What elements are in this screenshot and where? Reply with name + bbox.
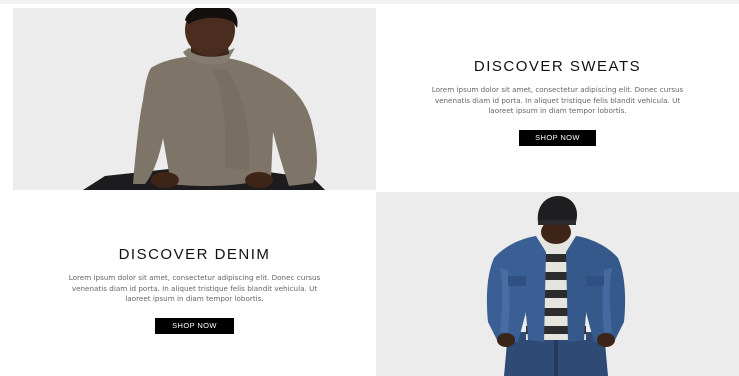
denim-promo-content: DISCOVER DENIM Lorem ipsum dolor sit ame… xyxy=(13,246,376,334)
sweats-promo-panel: DISCOVER SWEATS Lorem ipsum dolor sit am… xyxy=(376,8,739,190)
sweats-promo-content: DISCOVER SWEATS Lorem ipsum dolor sit am… xyxy=(376,58,739,146)
sweats-promo-image[interactable] xyxy=(13,8,376,190)
denim-promo-panel: DISCOVER DENIM Lorem ipsum dolor sit ame… xyxy=(13,192,376,376)
sweats-promo-description: Lorem ipsum dolor sit amet, consectetur … xyxy=(431,85,684,115)
denim-promo-description: Lorem ipsum dolor sit amet, consectetur … xyxy=(68,273,321,303)
shop-sweats-button[interactable]: SHOP NOW xyxy=(519,129,596,146)
top-divider xyxy=(0,0,739,4)
denim-promo-title: DISCOVER DENIM xyxy=(118,246,271,263)
man-in-turtleneck-photo xyxy=(13,8,376,190)
man-in-denim-jacket-photo xyxy=(376,192,739,376)
denim-promo-image[interactable] xyxy=(376,192,739,376)
shop-denim-button[interactable]: SHOP NOW xyxy=(155,317,234,334)
promo-grid: DISCOVER SWEATS Lorem ipsum dolor sit am… xyxy=(13,8,739,376)
sweats-promo-title: DISCOVER SWEATS xyxy=(473,58,642,75)
